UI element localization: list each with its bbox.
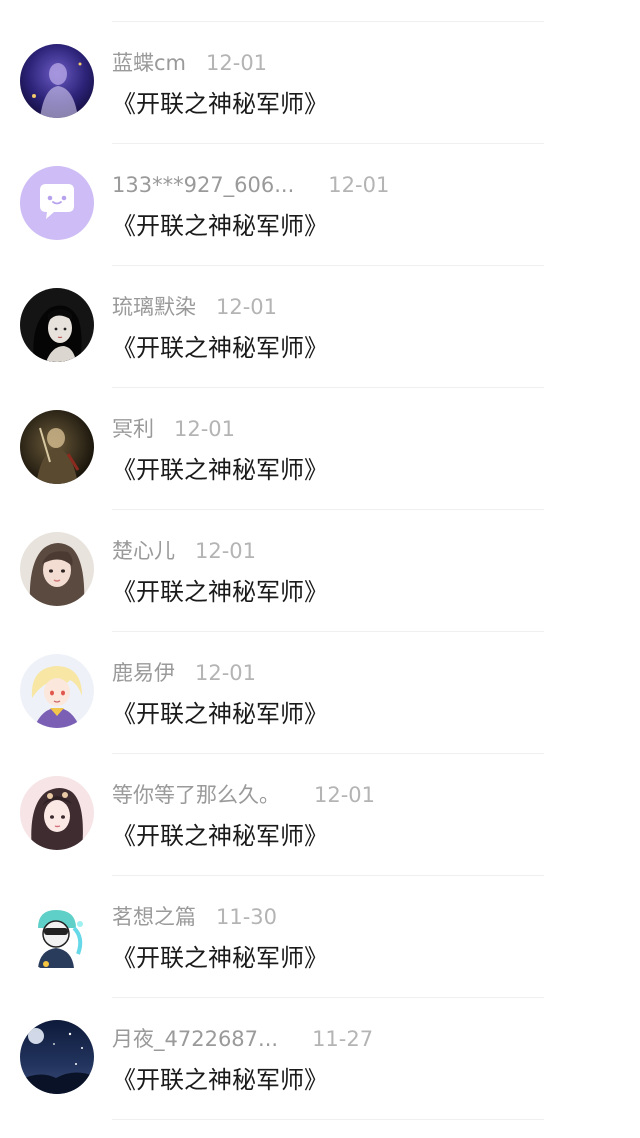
avatar[interactable] (20, 1020, 94, 1094)
comment-item[interactable]: 鹿易伊 12-01 《开联之神秘军师》 (0, 632, 640, 754)
comment-item[interactable]: 冥利 12-01 《开联之神秘军师》 (0, 388, 640, 510)
name-line: 冥利 12-01 (112, 415, 235, 443)
name-line: 蓝蝶cm 12-01 (112, 49, 267, 77)
comment-item[interactable]: 月夜_4722687... 11-27 《开联之神秘军师》 (0, 998, 640, 1120)
avatar[interactable] (20, 532, 94, 606)
comment-item[interactable]: 琉璃默染 12-01 《开联之神秘军师》 (0, 266, 640, 388)
name-line: 茗想之篇 11-30 (112, 903, 277, 931)
username[interactable]: 鹿易伊 (112, 659, 175, 687)
comment-date: 12-01 (195, 661, 257, 685)
comment-date: 12-01 (174, 417, 236, 441)
username[interactable]: 琉璃默染 (112, 293, 196, 321)
name-line: 月夜_4722687... 11-27 (112, 1025, 373, 1053)
name-line: 琉璃默染 12-01 (112, 293, 277, 321)
comment-date: 12-01 (328, 173, 390, 197)
comment-date: 12-01 (195, 539, 257, 563)
comment-text: 《开联之神秘军师》 (112, 944, 328, 972)
username[interactable]: 133***927_606... (112, 171, 294, 199)
comment-item[interactable]: 蓝蝶cm 12-01 《开联之神秘军师》 (0, 22, 640, 144)
comment-text: 《开联之神秘军师》 (112, 334, 328, 362)
comment-date: 11-30 (216, 905, 278, 929)
username[interactable]: 茗想之篇 (112, 903, 196, 931)
avatar[interactable] (20, 410, 94, 484)
name-line: 鹿易伊 12-01 (112, 659, 256, 687)
comment-item[interactable]: 等你等了那么久。 12-01 《开联之神秘军师》 (0, 754, 640, 876)
avatar[interactable] (20, 898, 94, 972)
comment-text: 《开联之神秘军师》 (112, 700, 328, 728)
comment-text: 《开联之神秘军师》 (112, 212, 328, 240)
avatar[interactable] (20, 776, 94, 850)
avatar[interactable] (20, 44, 94, 118)
comment-item[interactable]: 茗想之篇 11-30 《开联之神秘军师》 (0, 876, 640, 998)
comment-text: 《开联之神秘军师》 (112, 456, 328, 484)
avatar[interactable] (20, 654, 94, 728)
comment-text: 《开联之神秘军师》 (112, 1066, 328, 1094)
comment-date: 12-01 (206, 51, 268, 75)
comment-date: 11-27 (312, 1027, 374, 1051)
name-line: 楚心儿 12-01 (112, 537, 256, 565)
username[interactable]: 冥利 (112, 415, 154, 443)
comment-text: 《开联之神秘军师》 (112, 90, 328, 118)
username[interactable]: 等你等了那么久。 (112, 781, 280, 809)
username[interactable]: 月夜_4722687... (112, 1025, 278, 1053)
comment-list: 蓝蝶cm 12-01 《开联之神秘军师》 133***927_606... 12-0… (0, 22, 640, 1120)
comment-text: 《开联之神秘军师》 (112, 578, 328, 606)
name-line: 等你等了那么久。 12-01 (112, 781, 375, 809)
avatar[interactable] (20, 288, 94, 362)
comment-text: 《开联之神秘军师》 (112, 822, 328, 850)
comment-item[interactable]: 楚心儿 12-01 《开联之神秘军师》 (0, 510, 640, 632)
username[interactable]: 蓝蝶cm (112, 49, 186, 77)
username[interactable]: 楚心儿 (112, 537, 175, 565)
name-line: 133***927_606... 12-01 (112, 171, 389, 199)
comment-date: 12-01 (314, 783, 376, 807)
comment-item[interactable]: 133***927_606... 12-01 《开联之神秘军师》 (0, 144, 640, 266)
comment-date: 12-01 (216, 295, 278, 319)
divider (112, 1119, 544, 1120)
avatar[interactable] (20, 166, 94, 240)
